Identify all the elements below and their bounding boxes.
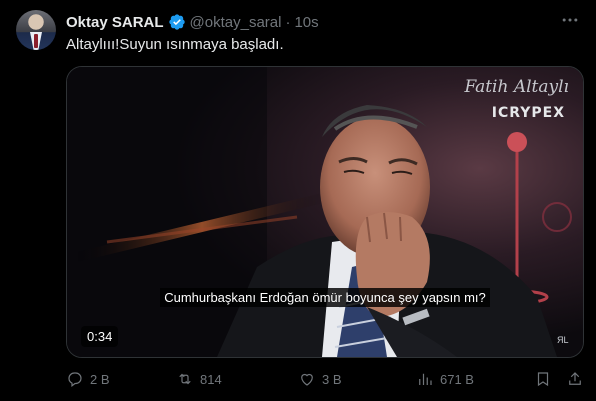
repost-icon: [179, 373, 191, 385]
tweet-header: Oktay SARAL @oktay_saral · 10s: [66, 12, 319, 32]
reply-button[interactable]: 2 B: [66, 370, 110, 388]
like-icon: [301, 373, 313, 386]
subtitle-text: Cumhurbaşkanı Erdoğan ömür boyunca şey y…: [160, 288, 490, 307]
display-name[interactable]: Oktay SARAL: [66, 14, 164, 31]
bookmark-button[interactable]: [534, 370, 552, 391]
watermark-name: Fatih Altaylı: [464, 77, 569, 97]
reply-count: 2 B: [90, 371, 110, 387]
like-button[interactable]: 3 B: [298, 370, 342, 388]
bookmark-icon: [537, 372, 549, 387]
like-count: 3 B: [322, 371, 342, 387]
repost-button[interactable]: 814: [176, 370, 222, 388]
share-button[interactable]: [566, 370, 584, 391]
reply-icon: [68, 372, 82, 387]
views-button[interactable]: 671 B: [416, 370, 474, 388]
views-count: 671 B: [440, 371, 474, 387]
video-duration: 0:34: [81, 326, 119, 347]
video-player[interactable]: Fatih Altaylı ICRYPEX Cumhurbaşkanı Erdo…: [66, 66, 584, 358]
avatar-tie: [34, 34, 38, 48]
more-icon[interactable]: [558, 10, 582, 32]
tweet-text: Altaylııı!Suyun ısınmaya başladı.: [66, 36, 284, 53]
watermark-brand: ICRYPEX: [491, 105, 565, 121]
repost-count: 814: [200, 371, 222, 387]
handle[interactable]: @oktay_saral: [190, 14, 282, 31]
avatar[interactable]: [16, 10, 56, 50]
video-subtitle: Cumhurbaşkanı Erdoğan ömür boyunca şey y…: [67, 288, 583, 307]
separator-dot: ·: [285, 13, 291, 31]
share-icon: [569, 372, 581, 385]
views-icon: [419, 373, 432, 385]
corner-logo: ЯL: [557, 335, 569, 345]
action-bar: 2 B 814 3 B 671 B: [66, 370, 586, 390]
verified-badge-icon[interactable]: [168, 13, 186, 31]
timestamp[interactable]: 10s: [294, 14, 318, 31]
